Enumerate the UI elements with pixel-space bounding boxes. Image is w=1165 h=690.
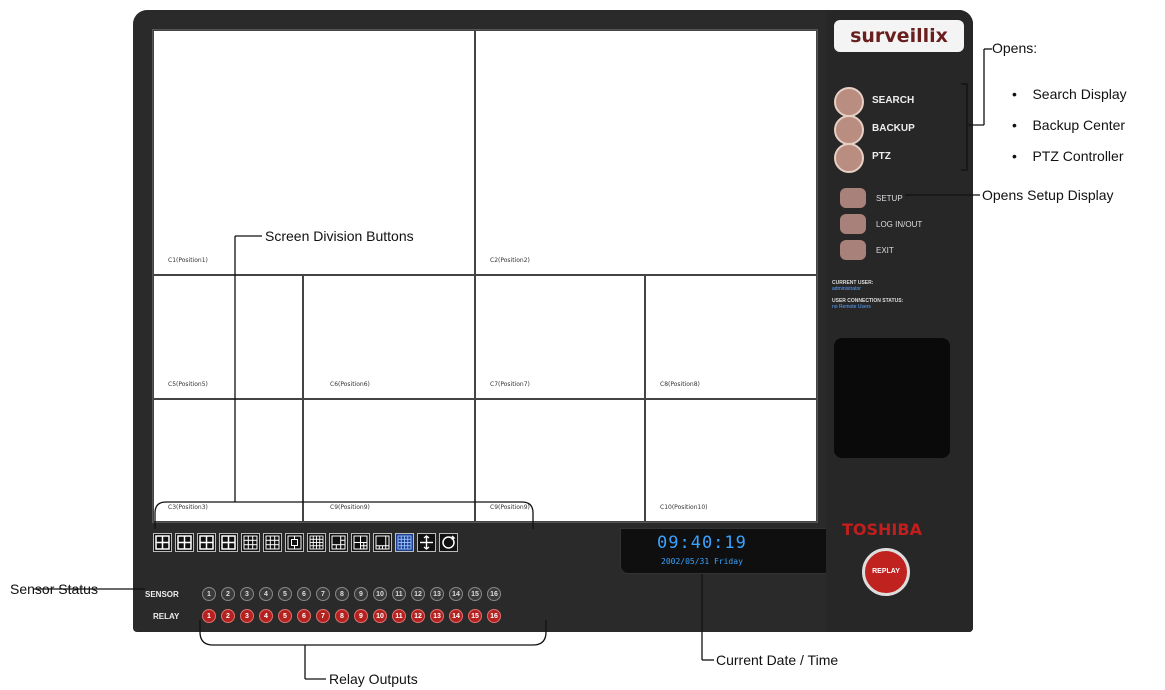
annotation-opens: Opens: <box>992 40 1038 56</box>
annotation-opens-item: • PTZ Controller <box>1012 148 1124 164</box>
annotation-relay-outputs: Relay Outputs <box>329 671 418 687</box>
annotation-setup: Opens Setup Display <box>982 187 1114 203</box>
annotation-lines <box>34 48 992 680</box>
annotation-screen-division: Screen Division Buttons <box>265 228 414 244</box>
annotation-opens-item: • Search Display <box>1012 86 1127 102</box>
annotation-sensor-status: Sensor Status <box>10 581 98 597</box>
annotation-date-time: Current Date / Time <box>716 652 839 668</box>
annotation-opens-list: • Search Display • Backup Center • PTZ C… <box>1012 79 1127 172</box>
annotation-opens-item: • Backup Center <box>1012 117 1126 133</box>
